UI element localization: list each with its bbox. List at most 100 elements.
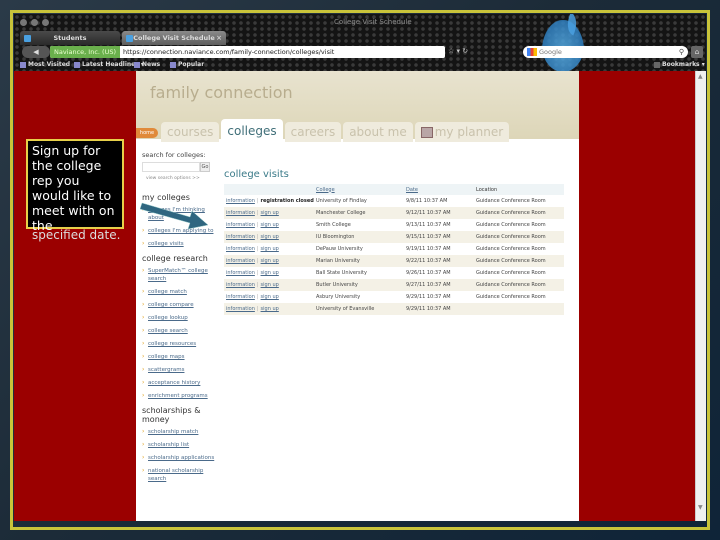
- sign-up-link[interactable]: sign up: [261, 234, 279, 240]
- sign-up-link[interactable]: sign up: [261, 222, 279, 228]
- college-search-input[interactable]: [142, 162, 200, 172]
- sidebar-link[interactable]: enrichment programs: [148, 392, 208, 400]
- visit-row: information | sign up DePauw University 9/19…: [224, 243, 564, 255]
- bookmarks-toolbar: Most Visited Latest Headlines ▾ News Pop…: [14, 59, 706, 71]
- home-button[interactable]: ⌂: [691, 46, 703, 58]
- sidebar-link-item[interactable]: › college maps: [142, 353, 216, 361]
- sidebar-link-item[interactable]: › scholarship applications: [142, 454, 216, 462]
- visit-location: Guidance Conference Room: [474, 207, 564, 219]
- sidebar-link-item[interactable]: › scholarship match: [142, 428, 216, 436]
- college-visits-panel: college visits College Date Location inf…: [224, 169, 564, 315]
- bookmark-news[interactable]: News: [134, 61, 160, 68]
- bookmarks-menu[interactable]: Bookmarks ▾: [654, 61, 705, 68]
- sign-up-link[interactable]: sign up: [261, 294, 279, 300]
- separator: |: [256, 270, 259, 276]
- search-icon[interactable]: ⚲: [679, 48, 684, 56]
- sign-up-link[interactable]: sign up: [261, 306, 279, 312]
- nav-tab-courses[interactable]: courses: [161, 122, 220, 142]
- bookmark-label: Most Visited: [28, 61, 71, 68]
- tab-college-visit-schedule[interactable]: College Visit Schedule ×: [122, 31, 226, 45]
- information-link[interactable]: information: [226, 282, 255, 288]
- sidebar-link[interactable]: scholarship list: [148, 441, 189, 449]
- sidebar-link-item[interactable]: › enrichment programs: [142, 392, 216, 400]
- site-brand[interactable]: family connection: [150, 83, 293, 102]
- information-link[interactable]: information: [226, 234, 255, 240]
- bookmark-popular[interactable]: Popular: [170, 61, 204, 68]
- information-link[interactable]: information: [226, 210, 255, 216]
- visit-date: 9/29/11 10:37 AM: [406, 294, 451, 300]
- sidebar-link[interactable]: college compare: [148, 301, 194, 309]
- col-header-date[interactable]: Date: [404, 184, 474, 195]
- sidebar-link[interactable]: college lookup: [148, 314, 188, 322]
- close-window-button[interactable]: [20, 19, 27, 26]
- sidebar-link-item[interactable]: › college compare: [142, 301, 216, 309]
- sidebar-link-item[interactable]: › college search: [142, 327, 216, 335]
- tab-label: College Visit Schedule: [133, 34, 215, 42]
- sign-up-link[interactable]: sign up: [261, 210, 279, 216]
- visit-row: information | sign up IU Bloomington 9/15/11…: [224, 231, 564, 243]
- nav-tab-careers[interactable]: careers: [284, 122, 342, 142]
- sidebar-link-item[interactable]: › college match: [142, 288, 216, 296]
- sidebar-link[interactable]: college resources: [148, 340, 196, 348]
- home-favicon-icon: [126, 34, 133, 42]
- visit-date: 9/19/11 10:37 AM: [406, 246, 451, 252]
- tab-students[interactable]: Students: [20, 31, 120, 45]
- page-scrollbar[interactable]: ▲ ▼: [695, 71, 706, 521]
- site-identity-badge[interactable]: Naviance, Inc. (US): [50, 46, 121, 58]
- search-bar[interactable]: Google ⚲: [523, 46, 688, 58]
- sidebar-link[interactable]: scholarship applications: [148, 454, 214, 462]
- information-link[interactable]: information: [226, 306, 255, 312]
- planner-icon: [420, 126, 433, 138]
- nav-tab-about-me[interactable]: about me: [343, 122, 413, 142]
- sidebar-link[interactable]: SuperMatch™ college search: [148, 267, 216, 283]
- maximize-window-button[interactable]: [42, 19, 49, 26]
- sidebar-link[interactable]: scattergrams: [148, 366, 184, 374]
- bookmark-most-visited[interactable]: Most Visited: [20, 61, 70, 68]
- url-bar-icons[interactable]: ☆ ▾ ↻: [448, 47, 468, 55]
- scroll-down-icon[interactable]: ▼: [698, 504, 703, 511]
- sidebar-link[interactable]: college match: [148, 288, 187, 296]
- visit-college: University of Evansville: [314, 303, 404, 315]
- go-button[interactable]: Go: [200, 162, 210, 172]
- back-button[interactable]: ◀: [22, 46, 50, 58]
- sign-up-link[interactable]: sign up: [261, 258, 279, 264]
- sidebar-link[interactable]: college maps: [148, 353, 185, 361]
- visit-date: 9/15/11 10:37 AM: [404, 231, 474, 243]
- sign-up-link[interactable]: sign up: [261, 282, 279, 288]
- nav-tab-colleges[interactable]: colleges: [221, 119, 283, 142]
- sidebar-link-item[interactable]: › acceptance history: [142, 379, 216, 387]
- nav-tab-my-planner[interactable]: my planner: [414, 122, 510, 142]
- navigation-bar: ◀ Naviance, Inc. (US) https://connection…: [14, 45, 706, 59]
- sidebar-link-item[interactable]: › SuperMatch™ college search: [142, 267, 216, 283]
- sidebar-link-item[interactable]: › college lookup: [142, 314, 216, 322]
- sidebar-link-item[interactable]: › college resources: [142, 340, 216, 348]
- sidebar-link-item[interactable]: › college visits: [142, 240, 216, 248]
- sidebar-link[interactable]: acceptance history: [148, 379, 200, 387]
- window-title: College Visit Schedule: [334, 18, 412, 26]
- information-link[interactable]: information: [226, 258, 255, 264]
- sidebar-link-item[interactable]: › national scholarship search: [142, 467, 216, 483]
- sidebar-link[interactable]: college visits: [148, 240, 184, 248]
- visit-date: 9/29/11 10:37 AM: [404, 303, 474, 315]
- close-tab-icon[interactable]: ×: [216, 34, 222, 42]
- sign-up-link[interactable]: sign up: [261, 270, 279, 276]
- minimize-window-button[interactable]: [31, 19, 38, 26]
- col-header-college[interactable]: College: [314, 184, 404, 195]
- url-bar[interactable]: Naviance, Inc. (US) https://connection.n…: [50, 46, 445, 58]
- sidebar-link[interactable]: college search: [148, 327, 188, 335]
- information-link[interactable]: information: [226, 198, 255, 204]
- sidebar-link[interactable]: scholarship match: [148, 428, 198, 436]
- scroll-up-icon[interactable]: ▲: [698, 73, 703, 80]
- more-search-options-link[interactable]: view search options >>: [142, 176, 216, 181]
- information-link[interactable]: information: [226, 270, 255, 276]
- visit-college: IU Bloomington: [314, 231, 404, 243]
- sidebar-link-item[interactable]: › scattergrams: [142, 366, 216, 374]
- sign-up-link[interactable]: sign up: [261, 246, 279, 252]
- url-text[interactable]: https://connection.naviance.com/family-c…: [120, 48, 334, 56]
- sidebar-link[interactable]: national scholarship search: [148, 467, 216, 483]
- information-link[interactable]: information: [226, 294, 255, 300]
- sidebar-link-item[interactable]: › scholarship list: [142, 441, 216, 449]
- home-link[interactable]: home: [136, 128, 158, 138]
- information-link[interactable]: information: [226, 246, 255, 252]
- information-link[interactable]: information: [226, 222, 255, 228]
